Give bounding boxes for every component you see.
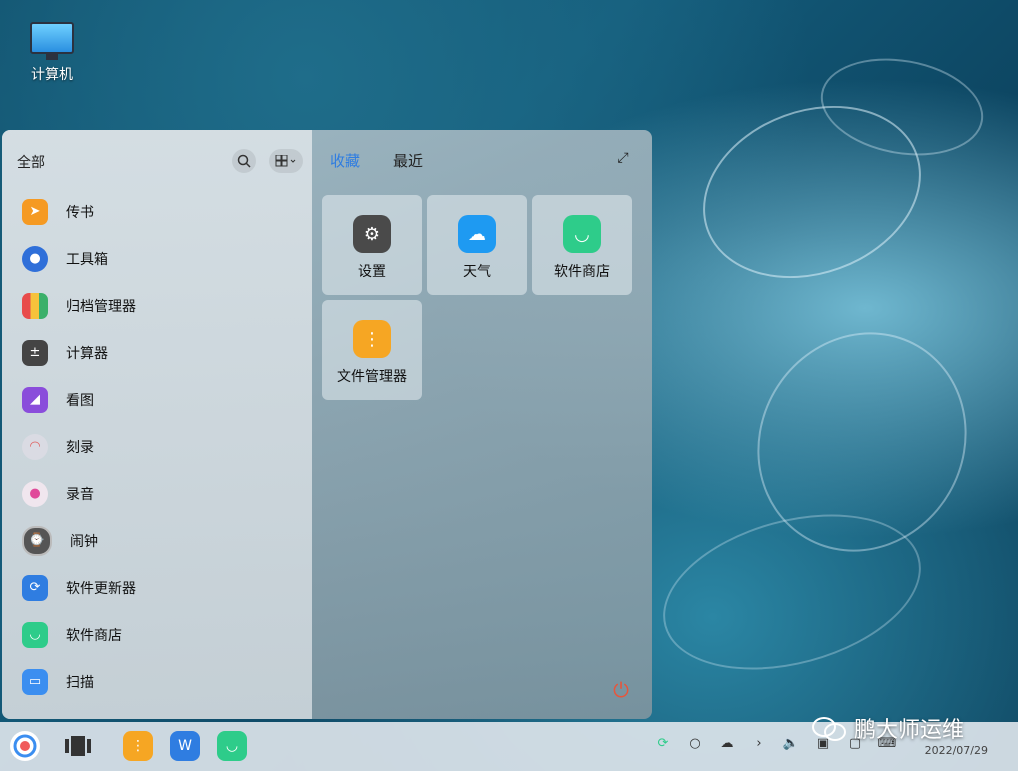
search-button[interactable] [232,149,256,173]
favorite-tile-store[interactable]: ◡ 软件商店 [532,195,632,295]
app-item-label: 录音 [66,486,94,503]
alarm-clock-icon: ⌚ [22,525,52,556]
watermark: 鹏大师运维 [812,712,964,744]
volume-tray-icon[interactable]: 🔈 [781,736,801,751]
app-item-recorder[interactable]: ● 录音 [2,470,312,517]
multitask-view-button[interactable] [63,731,93,761]
tab-favorites[interactable]: 收藏 [330,150,360,171]
watermark-text: 鹏大师运维 [854,718,965,743]
file-manager-taskbar-button[interactable]: ⋮ [123,731,153,761]
tab-recent[interactable]: 最近 [393,150,423,171]
favorite-tile-label: 软件商店 [554,264,610,280]
favorites-panel: 收藏 最近 ⤢ ⚙ 设置 ☁ 天气 ◡ 软件商店 ⋮ 文件管理器 ⏻ [312,130,652,719]
favorite-tile-label: 文件管理器 [337,369,407,385]
wps-taskbar-button[interactable]: W [170,731,200,761]
favorite-tile-label: 设置 [358,264,386,280]
store-icon: ◡ [563,215,601,253]
app-item-label: 软件商店 [66,627,122,644]
settings-gear-icon: ⚙ [353,215,391,253]
toolbox-icon: ● [22,245,48,272]
app-item-toolbox[interactable]: ● 工具箱 [2,235,312,282]
all-apps-title: 全部 [17,155,45,171]
expand-icon[interactable]: ⤢ [614,150,632,168]
store-icon: ◡ [225,738,239,754]
app-item-software-store[interactable]: ◡ 软件商店 [2,611,312,658]
power-icon[interactable]: ⏻ [610,679,632,701]
archive-icon [22,292,48,319]
file-manager-icon: ⋮ [353,320,391,358]
multitask-icon [65,736,91,756]
favorite-tile-label: 天气 [463,264,491,280]
desktop-computer-label: 计算机 [31,67,73,83]
taskbar-date[interactable]: 2022/07/29 [925,744,988,757]
image-viewer-icon: ◢ [22,386,48,413]
app-item-label: 闹钟 [70,533,98,550]
send-icon: ➤ [22,198,48,225]
logo-icon [13,734,37,758]
app-item-label: 扫描 [66,674,94,691]
search-icon [237,154,251,168]
computer-icon [30,22,74,60]
app-item-disc-burner[interactable]: ◠ 刻录 [2,423,312,470]
app-item-label: 归档管理器 [66,298,136,315]
app-item-image-viewer[interactable]: ◢ 看图 [2,376,312,423]
app-item-label: 工具箱 [66,251,108,268]
calculator-icon: ± [22,339,48,366]
store-icon: ◡ [22,621,48,648]
update-icon: ⟳ [22,574,48,601]
app-item-calculator[interactable]: ± 计算器 [2,329,312,376]
app-item-archive-manager[interactable]: 归档管理器 [2,282,312,329]
app-item-alarm[interactable]: ⌚ 闹钟 [2,517,312,564]
app-item-label: 刻录 [66,439,94,456]
store-taskbar-button[interactable]: ◡ [217,731,247,761]
scanner-icon: ▭ [22,668,48,695]
app-list: ➤ 传书 ● 工具箱 归档管理器 ± 计算器 ◢ 看图 ◠ 刻录 ● 录音 ⌚ 闹钟 ⟳ 软件更… [2,188,312,705]
app-item-label: 计算器 [66,345,108,362]
start-menu: 全部 ➤ 传书 ● 工具箱 归档管理器 ± 计算器 ◢ 看图 ◠ 刻录 ● 录音 ⌚ 闹钟 ⟳… [2,130,652,719]
desktop-computer-shortcut[interactable]: 计算机 [22,22,82,84]
search-tray-icon[interactable]: ○ [685,736,705,751]
launcher-button[interactable] [10,731,40,761]
app-item-label: 看图 [66,392,94,409]
app-item-label: 传书 [66,204,94,221]
cloud-tray-icon[interactable]: ☁ [717,736,737,751]
wechat-icon [812,715,846,741]
weather-icon: ☁ [458,215,496,253]
app-item-label: 软件更新器 [66,580,136,597]
all-apps-panel: 全部 ➤ 传书 ● 工具箱 归档管理器 ± 计算器 ◢ 看图 ◠ 刻录 ● 录音 ⌚ 闹钟 ⟳… [2,130,312,719]
favorite-tile-settings[interactable]: ⚙ 设置 [322,195,422,295]
disc-burner-icon: ◠ [22,433,48,460]
microphone-icon: ● [22,480,48,507]
app-item-chuanshu[interactable]: ➤ 传书 [2,188,312,235]
favorite-tile-file-manager[interactable]: ⋮ 文件管理器 [322,300,422,400]
wps-icon: W [178,738,192,754]
favorite-tile-weather[interactable]: ☁ 天气 [427,195,527,295]
file-manager-icon: ⋮ [131,738,145,754]
app-item-scanner[interactable]: ▭ 扫描 [2,658,312,705]
expand-tray-icon[interactable]: › [749,736,769,751]
app-item-software-updater[interactable]: ⟳ 软件更新器 [2,564,312,611]
grid-view-icon [275,155,296,167]
view-mode-button[interactable] [269,149,303,173]
sync-tray-icon[interactable]: ⟳ [653,736,673,751]
